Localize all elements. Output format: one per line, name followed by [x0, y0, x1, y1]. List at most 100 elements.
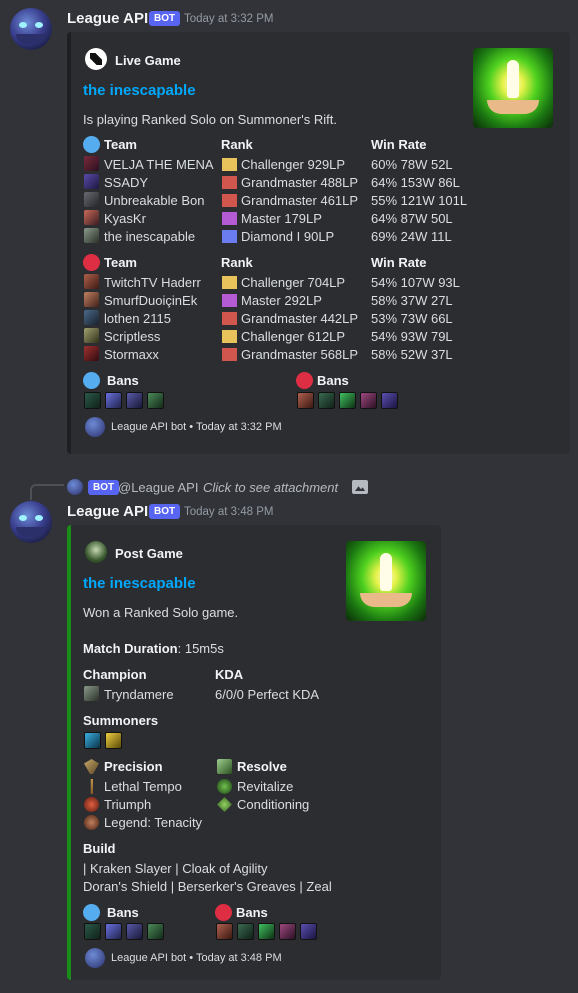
player-name: KyasKr — [104, 211, 146, 226]
embed-description: Won a Ranked Solo game. — [83, 605, 239, 620]
banned-champion-icon — [126, 923, 143, 940]
league-api-logo-icon — [85, 48, 107, 70]
grandmaster-rank-icon — [222, 312, 237, 325]
summoners-label: Summoners — [83, 713, 159, 728]
bans-label: Bans — [236, 905, 268, 920]
banned-champion-icon — [237, 923, 254, 940]
champion-label: Champion — [83, 667, 147, 682]
champion-icon — [84, 228, 99, 243]
ghost-spell-icon — [84, 732, 101, 749]
match-duration: Match Duration: 15m5s — [83, 641, 224, 656]
lethal-tempo-rune-icon — [90, 779, 93, 794]
embed-footer: League API bot • Today at 3:48 PM — [111, 952, 282, 964]
build-line: | Kraken Slayer | Cloak of Agility — [83, 861, 268, 876]
player-rank: Grandmaster 461LP — [241, 193, 359, 208]
player-winrate: 53% 73W 66L — [371, 311, 453, 326]
grandmaster-rank-icon — [222, 348, 237, 361]
banned-champion-icon — [381, 392, 398, 409]
player-rank: Challenger 929LP — [241, 157, 346, 172]
champion-icon — [84, 346, 99, 361]
challenger-rank-icon — [222, 158, 237, 171]
footer-avatar — [85, 417, 105, 437]
author-name[interactable]: League API — [67, 503, 148, 520]
player-winrate: 54% 107W 93L — [371, 275, 460, 290]
team-header: Team — [104, 137, 137, 152]
banned-champion-icon — [84, 392, 101, 409]
legend-tenacity-rune-icon — [84, 815, 99, 830]
bot-avatar[interactable] — [10, 8, 52, 50]
master-rank-icon — [222, 294, 237, 307]
champion-icon — [84, 192, 99, 207]
player-rank: Challenger 612LP — [241, 329, 346, 344]
player-winrate: 58% 52W 37L — [371, 347, 453, 362]
banned-champion-icon — [84, 923, 101, 940]
player-winrate: 64% 87W 50L — [371, 211, 453, 226]
player-rank: Master 292LP — [241, 293, 322, 308]
player-rank: Grandmaster 568LP — [241, 347, 359, 362]
player-name: TwitchTV Haderr — [104, 275, 201, 290]
resolve-tree-icon — [217, 759, 232, 774]
player-name: SmurfDuoiçinEk — [104, 293, 198, 308]
banned-champion-icon — [126, 392, 143, 409]
bot-tag: BOT — [149, 504, 181, 519]
rank-header: Rank — [221, 255, 253, 270]
player-winrate: 64% 153W 86L — [371, 175, 460, 190]
message-timestamp[interactable]: Today at 3:32 PM — [184, 13, 274, 25]
champion-avatar-icon — [85, 541, 107, 563]
champion-icon — [84, 310, 99, 325]
author-name[interactable]: League API — [67, 10, 148, 27]
challenger-rank-icon — [222, 330, 237, 343]
player-name: lothen 2115 — [104, 311, 171, 326]
player-winrate: 69% 24W 11L — [371, 229, 452, 244]
banned-champion-icon — [279, 923, 296, 940]
reply-avatar[interactable] — [67, 479, 83, 495]
embed-title-link[interactable]: the inescapable — [83, 82, 196, 99]
banned-champion-icon — [105, 392, 122, 409]
primary-rune: Lethal Tempo — [104, 779, 182, 794]
message-timestamp[interactable]: Today at 3:48 PM — [184, 506, 274, 518]
champion-icon — [84, 156, 99, 171]
player-winrate: 55% 121W 101L — [371, 193, 468, 208]
embed-footer: League API bot • Today at 3:32 PM — [111, 421, 282, 433]
player-name: the inescapable — [104, 229, 196, 244]
bans-label: Bans — [107, 373, 139, 388]
primary-tree-label: Precision — [104, 759, 163, 774]
bot-avatar[interactable] — [10, 501, 52, 543]
red-circle-icon — [215, 904, 232, 921]
blue-circle-icon — [83, 372, 100, 389]
embed-author: Post Game — [115, 546, 183, 561]
player-name: SSADY — [104, 175, 149, 190]
winrate-header: Win Rate — [371, 137, 427, 152]
grandmaster-rank-icon — [222, 176, 237, 189]
player-rank: Master 179LP — [241, 211, 322, 226]
conditioning-rune-icon — [217, 797, 232, 812]
primary-rune: Triumph — [104, 797, 152, 812]
embed-thumbnail[interactable] — [346, 541, 426, 621]
reply-preview[interactable]: Click to see attachment — [203, 480, 338, 495]
challenger-rank-icon — [222, 276, 237, 289]
footer-avatar — [85, 948, 105, 968]
player-rank: Grandmaster 442LP — [241, 311, 359, 326]
bans-label: Bans — [107, 905, 139, 920]
banned-champion-icon — [147, 392, 164, 409]
banned-champion-icon — [105, 923, 122, 940]
build-line: Doran's Shield | Berserker's Greaves | Z… — [83, 879, 332, 894]
reply-bot-tag: BOT — [88, 480, 120, 495]
secondary-tree-label: Resolve — [237, 759, 287, 774]
winrate-header: Win Rate — [371, 255, 427, 270]
blue-circle-icon — [83, 904, 100, 921]
embed-title-link[interactable]: the inescapable — [83, 575, 196, 592]
reply-mention[interactable]: @League API — [118, 480, 198, 495]
embed-thumbnail[interactable] — [473, 48, 553, 128]
banned-champion-icon — [297, 392, 314, 409]
grandmaster-rank-icon — [222, 194, 237, 207]
player-name: Stormaxx — [104, 347, 159, 362]
player-name: Scriptless — [104, 329, 161, 344]
banned-champion-icon — [258, 923, 275, 940]
champion-icon — [84, 274, 99, 289]
embed-author: Live Game — [115, 53, 181, 68]
secondary-rune: Revitalize — [237, 779, 294, 794]
image-attachment-icon[interactable] — [352, 480, 368, 494]
reply-connector — [30, 484, 64, 500]
primary-rune: Legend: Tenacity — [104, 815, 203, 830]
